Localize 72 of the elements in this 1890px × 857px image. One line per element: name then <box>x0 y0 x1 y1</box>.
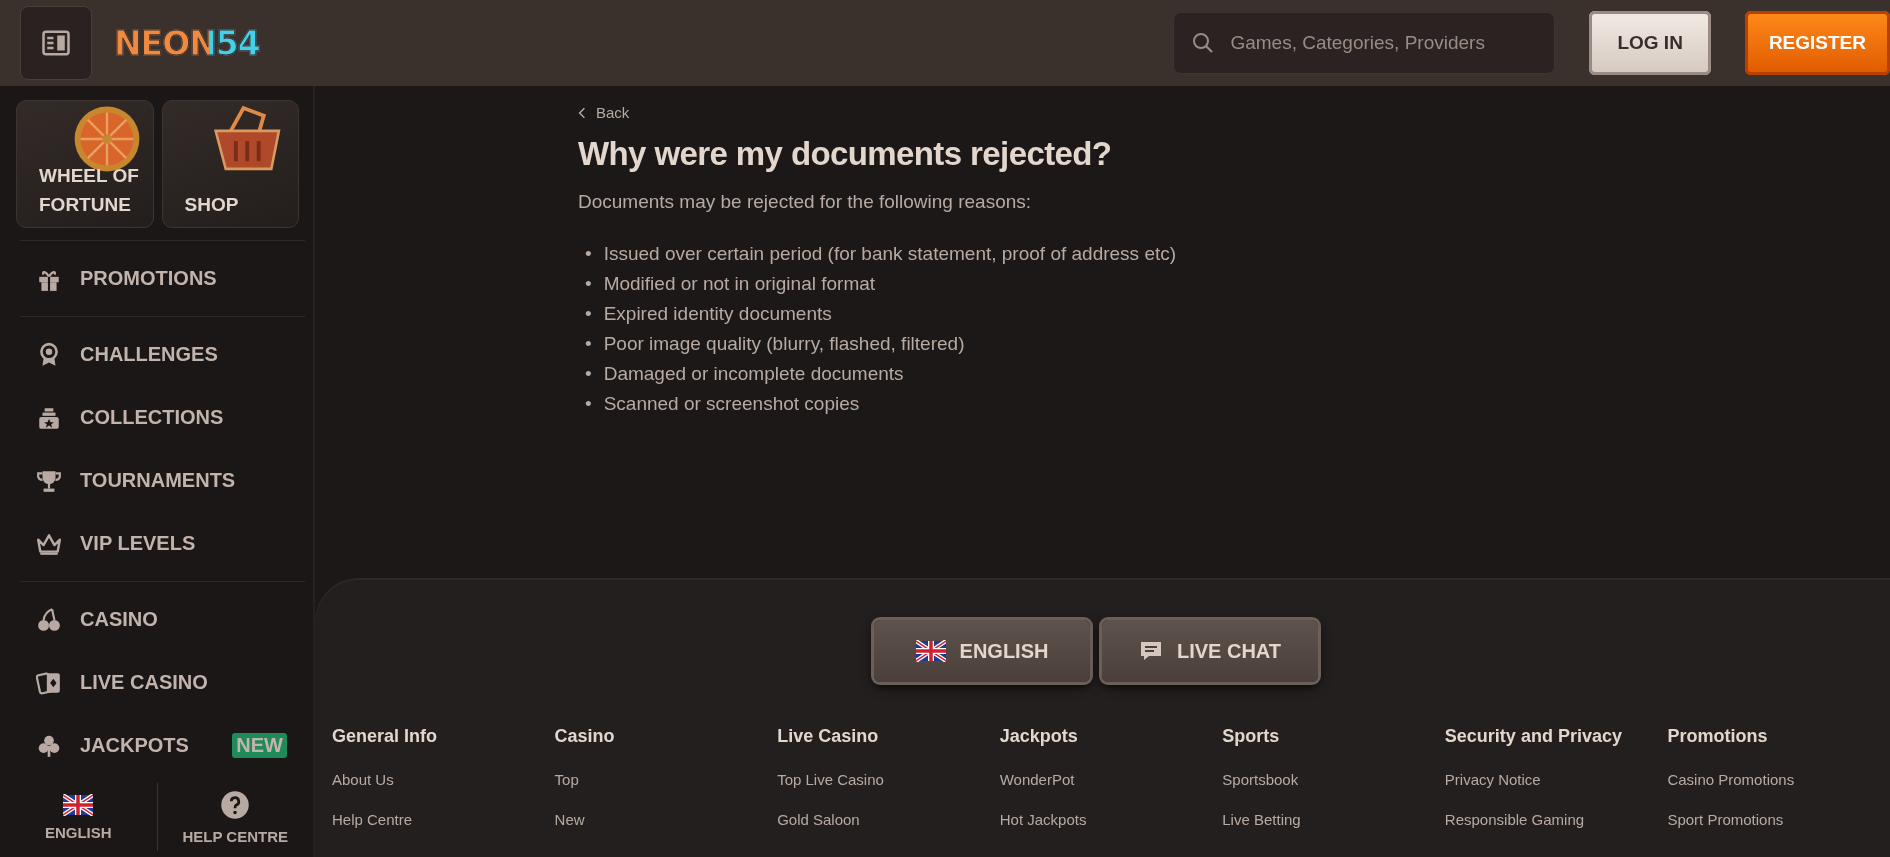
footer-link[interactable]: Top <box>554 771 579 788</box>
footer-link[interactable]: Live Betting <box>1222 811 1301 828</box>
search-field[interactable]: Games, Categories, Providers <box>1173 12 1556 74</box>
footer-link[interactable]: Sportsbook <box>1222 771 1299 788</box>
help-icon <box>220 789 251 820</box>
footer-link[interactable]: About Us <box>332 771 394 788</box>
featured-card[interactable]: WHEEL OF FORTUNE <box>16 100 154 228</box>
footer-link[interactable]: WonderPot <box>999 771 1075 788</box>
nav-label: JACKPOTS <box>80 734 189 757</box>
footer-link[interactable]: Hot Jackpots <box>999 811 1087 828</box>
reason-item: Scanned or screenshot copies <box>603 391 860 416</box>
nav-label: CHALLENGES <box>80 343 218 366</box>
footer-heading: Sports <box>1222 726 1281 747</box>
footer-heading: General Info <box>332 726 439 747</box>
help-centre-button[interactable]: HELP CENTRE <box>156 783 313 851</box>
bullet-marker: • <box>585 361 592 386</box>
footer-heading: Live Casino <box>777 726 880 747</box>
nav-item[interactable]: CASINO <box>20 588 305 651</box>
footer-link[interactable]: Top Live Casino <box>777 771 884 788</box>
reason-item: Damaged or incomplete documents <box>603 361 904 386</box>
nav-label: CASINO <box>80 608 158 631</box>
reason-item: Expired identity documents <box>603 301 832 326</box>
back-link[interactable]: Back <box>578 104 630 121</box>
footer-link[interactable]: Help Centre <box>332 811 413 828</box>
card-label: WHEEL OF FORTUNE <box>39 164 139 217</box>
new-badge: NEW <box>232 733 287 758</box>
playing-cards-icon <box>36 669 62 696</box>
card-label: SHOP <box>184 193 239 217</box>
sidebar-toggle-button[interactable] <box>20 6 92 80</box>
nav-label: PROMOTIONS <box>80 267 217 290</box>
footer-link[interactable]: Privacy Notice <box>1444 771 1541 788</box>
footer-link[interactable]: Sport Promotions <box>1667 811 1784 828</box>
login-button[interactable]: LOG IN <box>1589 11 1711 75</box>
footer-heading: Jackpots <box>999 726 1079 747</box>
featured-card[interactable]: SHOP <box>161 100 299 228</box>
language-button[interactable]: ENGLISH <box>0 783 157 851</box>
nav-item[interactable]: CHALLENGES <box>20 323 305 386</box>
nav-item[interactable]: VIP LEVELS <box>20 512 305 575</box>
nav-label: VIP LEVELS <box>80 532 196 555</box>
bullet-marker: • <box>585 301 592 326</box>
chevron-left-icon <box>578 106 586 119</box>
nav-label: TOURNAMENTS <box>80 469 236 492</box>
article-intro: Documents may be rejected for the following reasons: <box>578 190 1033 213</box>
footer-link[interactable]: New <box>554 811 585 828</box>
footer-heading: Security and Privacy <box>1444 726 1623 747</box>
footer-link[interactable]: Gold Saloon <box>777 811 860 828</box>
reason-item: Modified or not in original format <box>603 271 876 296</box>
bullet-marker: • <box>585 331 592 356</box>
bullet-marker: • <box>585 241 592 266</box>
sidebar-panel-icon <box>41 28 71 58</box>
nav-item[interactable]: JACKPOTS NEW <box>20 714 305 777</box>
footer-link[interactable]: Casino Promotions <box>1667 771 1795 788</box>
bullet-marker: • <box>585 271 592 296</box>
flag-icon <box>63 793 94 816</box>
cherries-icon <box>36 606 62 633</box>
nav-label: COLLECTIONS <box>80 406 224 429</box>
nav-item[interactable]: PROMOTIONS <box>20 247 305 310</box>
reason-item: Issued over certain period (for bank statement, proof of address etc) <box>603 241 1177 266</box>
bullet-marker: • <box>585 391 592 416</box>
chat-icon <box>1138 639 1163 663</box>
footer-heading: Promotions <box>1667 726 1769 747</box>
reason-item: Poor image quality (blurry, flashed, filtered) <box>603 331 965 356</box>
article-title: Why were my documents rejected? <box>578 134 1113 173</box>
nav-item[interactable]: LIVE CASINO <box>20 651 305 714</box>
footer-heading: Casino <box>554 726 616 747</box>
nav-label: LIVE CASINO <box>80 671 208 694</box>
live-chat-button[interactable]: LIVE CHAT <box>1102 620 1318 682</box>
nav-item[interactable]: TOURNAMENTS <box>20 449 305 512</box>
flag-icon <box>915 640 946 662</box>
language-button[interactable]: ENGLISH <box>874 620 1090 682</box>
footer-link[interactable]: Responsible Gaming <box>1444 811 1585 828</box>
nav-item[interactable]: COLLECTIONS <box>20 386 305 449</box>
